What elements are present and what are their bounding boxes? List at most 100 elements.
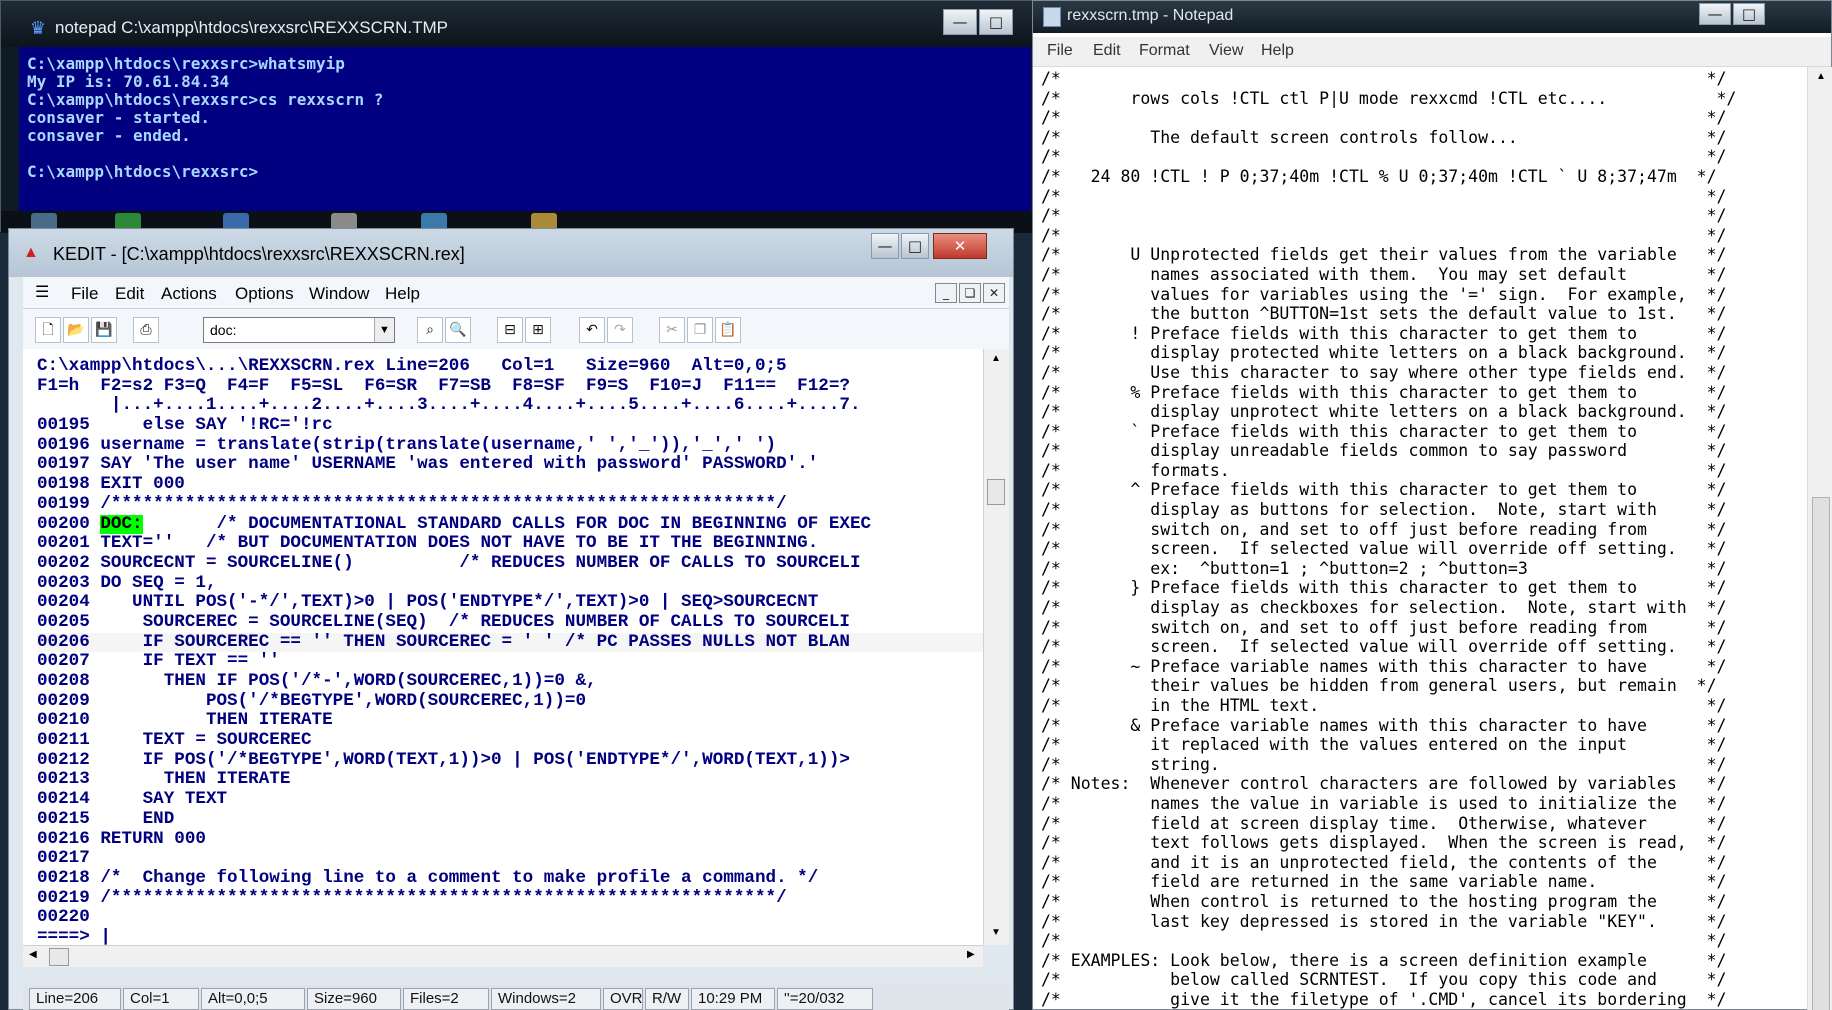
code-line[interactable]: 00209 POS('/*BEGTYPE',WORD(SOURCEREC,1))… [37,692,983,712]
command-combo-value: doc: [210,322,237,338]
menu-edit[interactable]: Edit [115,284,144,304]
print-icon[interactable]: ⎙ [133,317,159,343]
notepad-scroll-up-icon[interactable]: ▲ [1816,71,1826,82]
text-line: /* in the HTML text. */ [1041,696,1727,715]
new-file-icon[interactable]: 🗋 [35,317,61,343]
code-lines[interactable]: 00195 else SAY '!RC='!rc 00196 username =… [37,416,983,928]
code-line[interactable]: 00201 TEXT='' /* BUT DOCUMENTATION DOES … [37,534,983,554]
vertical-scroll-thumb[interactable] [987,479,1005,505]
code-line[interactable]: 00220 [37,908,983,928]
expand-icon[interactable]: ⊟ [497,317,523,343]
kedit-editor[interactable]: C:\xampp\htdocs\...\REXXSCRN.rex Line=20… [23,349,983,945]
line-text: IF POS('/*BEGTYPE',WORD(TEXT,1))>0 | POS… [100,750,850,770]
text-line: /* Use this character to say where other… [1041,362,1727,382]
console-minimize-button[interactable]: — [943,9,977,35]
search-icon[interactable]: 🔍 [445,317,471,343]
notepad-text-area[interactable]: /* *//* rows cols !CTL ctl P|U mode rexx… [1041,67,1807,1010]
notepad-titlebar[interactable]: rexxscrn.tmp - Notepad — □ [1033,1,1831,33]
notepad-menu-help[interactable]: Help [1261,42,1294,60]
code-line[interactable]: 00199 /*********************************… [37,495,983,515]
code-line[interactable]: 00212 IF POS('/*BEGTYPE',WORD(TEXT,1))>0… [37,751,983,771]
line-text: DO SEQ = 1, [100,573,217,593]
code-line[interactable]: 00205 SOURCEREC = SOURCELINE(SEQ) /* RED… [37,613,983,633]
document-menu-icon[interactable]: ☰ [35,282,49,302]
chevron-down-icon[interactable]: ▼ [374,318,394,342]
code-line[interactable]: 00195 else SAY '!RC='!rc [37,416,983,436]
code-line[interactable]: 00202 SOURCECNT = SOURCELINE() /* REDUCE… [37,554,983,574]
notepad-minimize-button[interactable]: — [1699,3,1731,25]
redo-icon[interactable]: ↷ [607,317,633,343]
notepad-maximize-button[interactable]: □ [1733,3,1765,25]
menu-help[interactable]: Help [385,284,420,304]
code-line[interactable]: 00196 username = translate(strip(transla… [37,436,983,456]
undo-icon[interactable]: ↶ [579,317,605,343]
notepad-scrollbar[interactable]: ▲ [1807,67,1832,1010]
code-line[interactable]: 00198 EXIT 000 [37,475,983,495]
horizontal-scroll-thumb[interactable] [49,948,69,966]
status-ovr: OVR [603,988,643,1010]
code-line[interactable]: 00217 [37,849,983,869]
code-line[interactable]: 00214 SAY TEXT [37,790,983,810]
code-line[interactable]: 00213 THEN ITERATE [37,770,983,790]
save-icon[interactable]: 💾 [91,317,117,343]
code-line[interactable]: 00204 UNTIL POS('-*/',TEXT)>0 | POS('END… [37,593,983,613]
menu-file[interactable]: File [71,284,98,304]
kedit-close-button[interactable]: ✕ [933,233,987,259]
code-line[interactable]: 00210 THEN ITERATE [37,711,983,731]
menu-actions[interactable]: Actions [161,284,217,304]
kedit-window[interactable]: ▲ KEDIT - [C:\xampp\htdocs\rexxsrc\REXXS… [8,228,1014,1010]
code-line[interactable]: 00218 /* Change following line to a comm… [37,869,983,889]
menu-options[interactable]: Options [235,284,294,304]
code-line[interactable]: 00197 SAY 'The user name' USERNAME 'was … [37,455,983,475]
editor-horizontal-scrollbar[interactable]: ◀ ▶ [23,945,983,967]
console-maximize-button[interactable]: □ [979,9,1013,35]
editor-vertical-scrollbar[interactable]: ▲ ▼ [983,349,1009,945]
doc-restore-button[interactable]: ❏ [959,283,981,303]
notepad-window[interactable]: rexxscrn.tmp - Notepad — □ File Edit For… [1032,0,1832,1010]
doc-minimize-button[interactable]: _ [935,283,957,303]
console-line: My IP is: 70.61.84.34 [27,72,230,91]
line-number: 00197 [37,455,90,475]
scroll-down-icon[interactable]: ▼ [991,927,1001,938]
notepad-scroll-thumb[interactable] [1812,497,1830,1010]
code-line[interactable]: 00200 DOC: /* DOCUMENTATIONAL STANDARD C… [37,514,983,535]
command-line[interactable]: ====> | [37,928,983,945]
scroll-up-icon[interactable]: ▲ [991,353,1001,364]
copy-icon[interactable]: ❐ [687,317,713,343]
notepad-menu-view[interactable]: View [1209,42,1243,60]
code-line[interactable]: 00203 DO SEQ = 1, [37,574,983,594]
code-line[interactable]: 00206 IF SOURCEREC == '' THEN SOURCEREC … [37,632,983,653]
find-icon[interactable]: ⌕ [417,317,443,343]
menu-window[interactable]: Window [309,284,369,304]
notepad-menu-file[interactable]: File [1047,42,1073,60]
notepad-menu-format[interactable]: Format [1139,42,1190,60]
code-line[interactable]: 00215 END [37,810,983,830]
kedit-minimize-button[interactable]: — [871,233,899,259]
code-line[interactable]: 00207 IF TEXT == '' [37,652,983,672]
open-folder-icon[interactable]: 📂 [63,317,89,343]
paste-icon[interactable]: 📋 [715,317,741,343]
console-window[interactable]: ♛ notepad C:\xampp\htdocs\rexxsrc\REXXSC… [0,0,1038,233]
line-text: UNTIL POS('-*/',TEXT)>0 | POS('ENDTYPE*/… [100,593,819,613]
line-number: 00217 [37,849,90,869]
code-line[interactable]: 00219 /*********************************… [37,889,983,909]
notepad-menu-edit[interactable]: Edit [1093,42,1121,60]
console-line: consaver - started. [27,108,211,127]
code-line[interactable]: 00211 TEXT = SOURCEREC [37,731,983,751]
scroll-right-icon[interactable]: ▶ [967,949,975,960]
kedit-app-icon: ▲ [23,244,39,261]
line-number: 00204 [37,593,90,613]
collapse-icon[interactable]: ⊞ [525,317,551,343]
line-text: username = translate(strip(translate(use… [100,435,777,455]
kedit-maximize-button[interactable]: □ [901,233,929,259]
command-combo[interactable]: doc: ▼ [203,317,395,343]
code-line[interactable]: 00208 THEN IF POS('/*-',WORD(SOURCEREC,1… [37,672,983,692]
console-output[interactable]: C:\xampp\htdocs\rexxsrc>whatsmyip My IP i… [19,47,1031,211]
code-line[interactable]: 00216 RETURN 000 [37,830,983,850]
kedit-titlebar[interactable]: ▲ KEDIT - [C:\xampp\htdocs\rexxsrc\REXXS… [9,229,1013,277]
cut-icon[interactable]: ✂ [659,317,685,343]
doc-close-button[interactable]: ✕ [983,283,1005,303]
scroll-left-icon[interactable]: ◀ [29,949,37,960]
console-titlebar[interactable]: ♛ notepad C:\xampp\htdocs\rexxsrc\REXXSC… [1,1,1037,47]
text-line: /* U Unprotected fields get their values… [1041,245,1727,265]
